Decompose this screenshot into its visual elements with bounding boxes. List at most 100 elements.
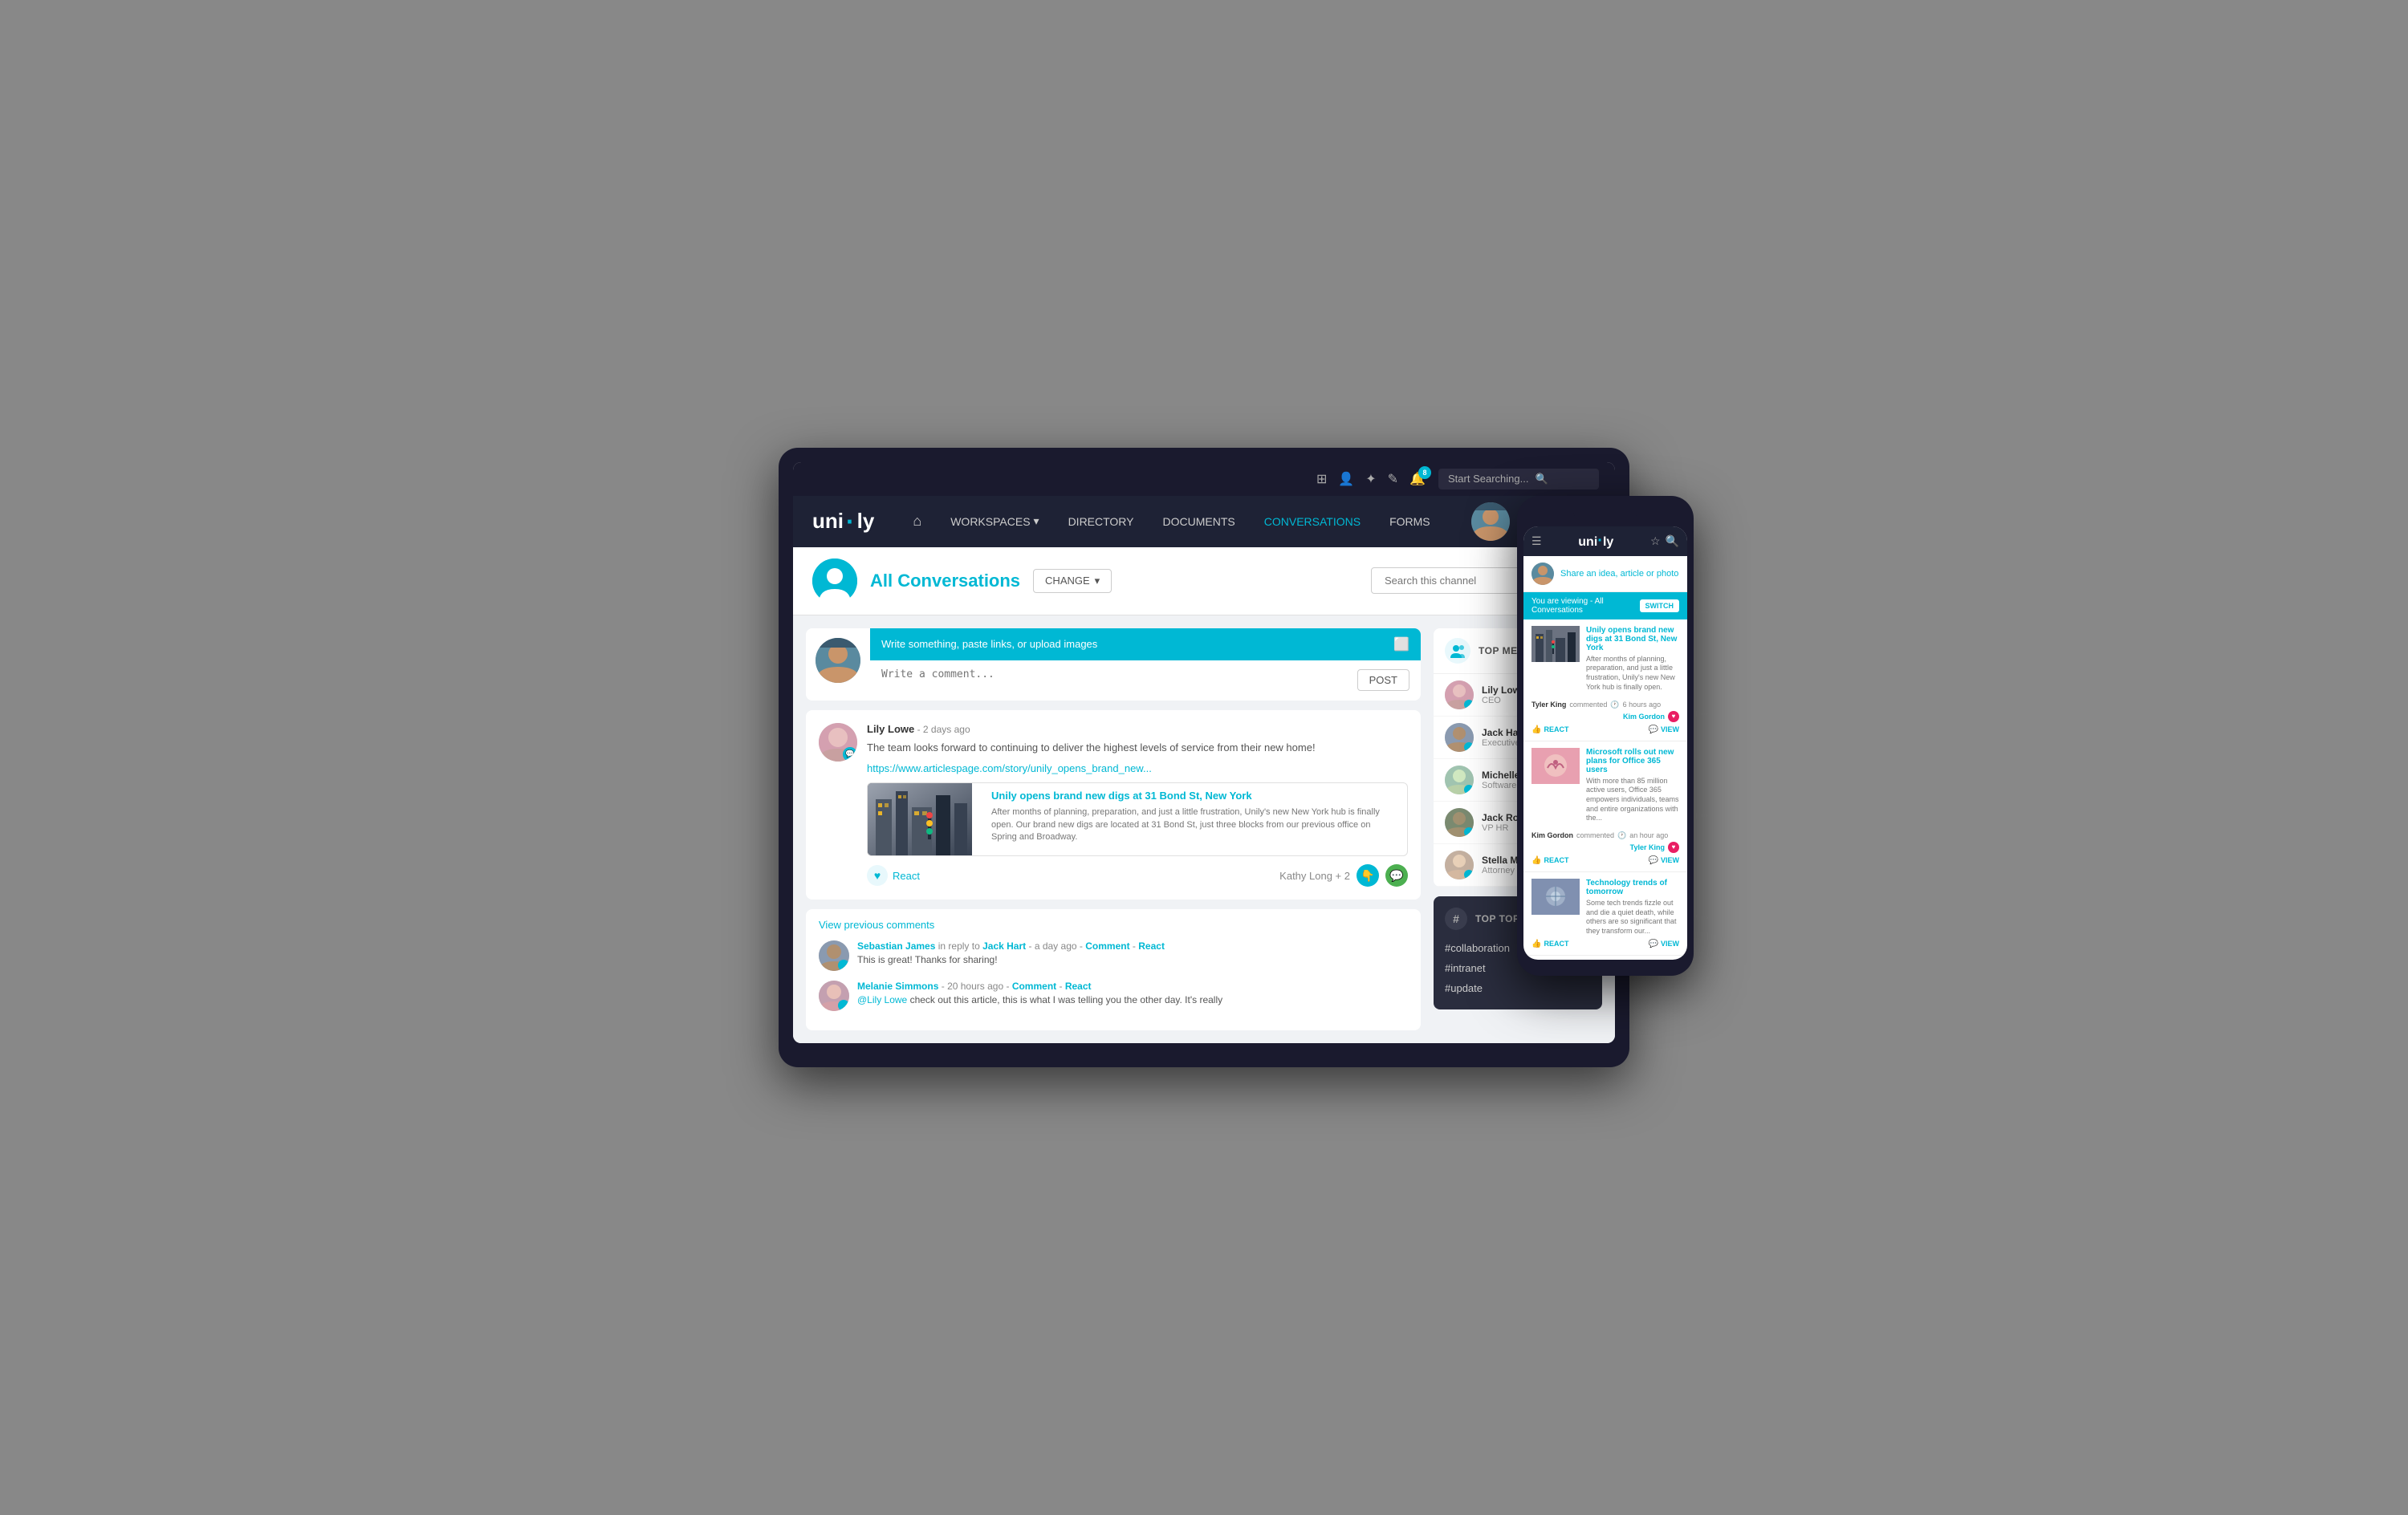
comment-author-1[interactable]: Sebastian James <box>857 940 935 952</box>
grid-icon[interactable]: ⊞ <box>1316 471 1327 487</box>
member-badge-1 <box>1464 742 1474 752</box>
feed-card-title[interactable]: Unily opens brand new digs at 31 Bond St… <box>991 790 1397 802</box>
mobile-viewing-bar: You are viewing - All Conversations SWIT… <box>1523 592 1687 619</box>
comment-text-2: @Lily Lowe check out this article, this … <box>857 994 1408 1005</box>
nav-documents[interactable]: DOCUMENTS <box>1149 496 1250 547</box>
thumbs-down-btn[interactable]: 👇 <box>1357 864 1379 887</box>
michelle-obrien-avatar <box>1445 766 1474 794</box>
mobile-actions-1: 👍 REACT 💬 VIEW <box>1531 856 1679 865</box>
reply-to-author-1[interactable]: Jack Hart <box>982 940 1026 952</box>
edit-icon[interactable]: ✎ <box>1388 471 1398 487</box>
comment-meta-1: Sebastian James in reply to Jack Hart - … <box>857 940 1408 952</box>
mobile-react-btn-1[interactable]: 👍 REACT <box>1531 856 1568 865</box>
change-chevron-icon: ▾ <box>1095 575 1100 587</box>
nav-home[interactable]: ⌂ <box>898 496 936 547</box>
mobile-react-btn-0[interactable]: 👍 REACT <box>1531 725 1568 734</box>
notification-icon[interactable]: 🔔 8 <box>1409 471 1426 487</box>
mobile-view-icon-0: 💬 <box>1649 725 1658 734</box>
upload-icon[interactable]: ⬜ <box>1393 636 1409 652</box>
separator-4: - <box>1060 981 1065 992</box>
clock-icon-1: 🕐 <box>1617 831 1626 840</box>
post-button[interactable]: POST <box>1357 669 1409 691</box>
mobile-card-title-0[interactable]: Unily opens brand new digs at 31 Bond St… <box>1586 626 1679 652</box>
react-action-2[interactable]: React <box>1065 981 1092 992</box>
comment-btn[interactable]: 💬 <box>1385 864 1408 887</box>
member-badge-3 <box>1464 827 1474 837</box>
user-icon[interactable]: 👤 <box>1338 471 1354 487</box>
logo-dot: · <box>846 509 855 534</box>
mobile-react-label-2: REACT <box>1544 940 1568 948</box>
mobile-reply-link-1[interactable]: Tyler King <box>1630 843 1665 851</box>
comment-author-2[interactable]: Melanie Simmons <box>857 981 938 992</box>
mobile-logo: uni·ly <box>1578 533 1613 550</box>
mobile-time-0: 6 hours ago <box>1623 701 1662 709</box>
feed-time-value: 2 days ago <box>923 724 970 735</box>
nav-workspaces-label: WORKSPACES <box>950 515 1030 528</box>
comment-item-2: Melanie Simmons - 20 hours ago - Comment… <box>819 981 1408 1011</box>
comment-time-2: - <box>942 981 947 992</box>
mobile-reply-link-0[interactable]: Kim Gordon <box>1623 713 1665 721</box>
mobile-card-text-1: With more than 85 million active users, … <box>1586 777 1679 823</box>
jack-hart-avatar <box>1445 723 1474 752</box>
mobile-user-avatar-img <box>1531 563 1554 585</box>
mobile-user-avatar <box>1531 563 1554 585</box>
mobile-share-bar[interactable]: Share an idea, article or photo <box>1523 556 1687 592</box>
topbar-search-text: Start Searching... <box>1448 473 1528 485</box>
mobile-viewing-text: You are viewing - All Conversations <box>1531 597 1640 615</box>
feed-card: Unily opens brand new digs at 31 Bond St… <box>867 782 1408 856</box>
mobile-view-btn-1[interactable]: 💬 VIEW <box>1649 856 1679 865</box>
main-content: All Conversations CHANGE ▾ <box>793 547 1615 1044</box>
action-right: Kathy Long + 2 👇 💬 <box>1279 864 1408 887</box>
mobile-commenter-name-0: Tyler King <box>1531 701 1566 709</box>
comment-content-1: Sebastian James in reply to Jack Hart - … <box>857 940 1408 971</box>
nav-directory[interactable]: DIRECTORY <box>1054 496 1149 547</box>
mobile-share-prompt[interactable]: Share an idea, article or photo <box>1560 569 1678 579</box>
mobile-switch-button[interactable]: SWITCH <box>1640 599 1680 612</box>
mobile-card-title-1[interactable]: Microsoft rolls out new plans for Office… <box>1586 748 1679 774</box>
change-button[interactable]: CHANGE ▾ <box>1033 569 1112 593</box>
logo-text: uni <box>812 509 844 534</box>
topbar-search[interactable]: Start Searching... 🔍 <box>1438 469 1599 489</box>
navbar: uni·ly ⌂ WORKSPACES ▾ DIRECTORY DOCUMENT… <box>793 496 1615 547</box>
comment-time-val-1: a day ago <box>1035 940 1077 952</box>
mobile-card-footer-0: Tyler King commented 🕐 6 hours ago <box>1531 697 1679 709</box>
mobile-react-icon-0: 👍 <box>1531 725 1541 734</box>
topic-item-2[interactable]: #update <box>1445 978 1591 998</box>
mobile-view-btn-2[interactable]: 💬 VIEW <box>1649 940 1679 948</box>
view-previous-comments[interactable]: View previous comments <box>819 919 1408 931</box>
mobile-card-image-0 <box>1531 626 1580 662</box>
feed-card-body: Unily opens brand new digs at 31 Bond St… <box>982 783 1407 855</box>
nav-conversations[interactable]: CONVERSATIONS <box>1250 496 1375 547</box>
mobile-card-0: Unily opens brand new digs at 31 Bond St… <box>1523 619 1687 741</box>
react-action-1[interactable]: React <box>1138 940 1165 952</box>
mobile-react-btn-2[interactable]: 👍 REACT <box>1531 940 1568 948</box>
mobile-time-1: an hour ago <box>1629 831 1668 839</box>
mention[interactable]: @Lily Lowe <box>857 994 907 1005</box>
comment-text-1: This is great! Thanks for sharing! <box>857 954 1408 965</box>
people-icon <box>1450 644 1465 658</box>
mobile-menu-icon[interactable]: ☰ <box>1531 534 1542 548</box>
nav-workspaces[interactable]: WORKSPACES ▾ <box>936 496 1053 547</box>
comment-input[interactable] <box>881 668 1357 693</box>
comment-action-1[interactable]: Comment <box>1085 940 1129 952</box>
mobile-star-icon[interactable]: ☆ <box>1650 534 1661 548</box>
react-button[interactable]: ♥ React <box>867 865 920 886</box>
feed-time: - <box>917 724 923 735</box>
mobile-card-title-2[interactable]: Technology trends of tomorrow <box>1586 879 1679 896</box>
mobile-search-icon[interactable]: 🔍 <box>1666 534 1679 548</box>
mobile-card-img-2 <box>1531 879 1580 915</box>
mobile-view-btn-0[interactable]: 💬 VIEW <box>1649 725 1679 734</box>
post-input-area: Write something, paste links, or upload … <box>870 628 1421 701</box>
post-input-header: Write something, paste links, or upload … <box>870 628 1421 660</box>
mobile-logo-suffix: ly <box>1603 535 1613 549</box>
logo[interactable]: uni·ly <box>812 509 874 534</box>
feed-link[interactable]: https://www.articlespage.com/story/unily… <box>867 762 1152 774</box>
feed-actions: ♥ React Kathy Long + 2 👇 💬 <box>867 864 1408 887</box>
comment-content-2: Melanie Simmons - 20 hours ago - Comment… <box>857 981 1408 1011</box>
conversations-avatar <box>812 558 857 603</box>
star-icon[interactable]: ✦ <box>1365 471 1376 487</box>
mobile-actions-0: 👍 REACT 💬 VIEW <box>1531 725 1679 734</box>
nav-forms[interactable]: FORMS <box>1375 496 1445 547</box>
comment-action-2[interactable]: Comment <box>1012 981 1056 992</box>
feed-content: Lily Lowe - 2 days ago The team looks fo… <box>867 723 1408 887</box>
